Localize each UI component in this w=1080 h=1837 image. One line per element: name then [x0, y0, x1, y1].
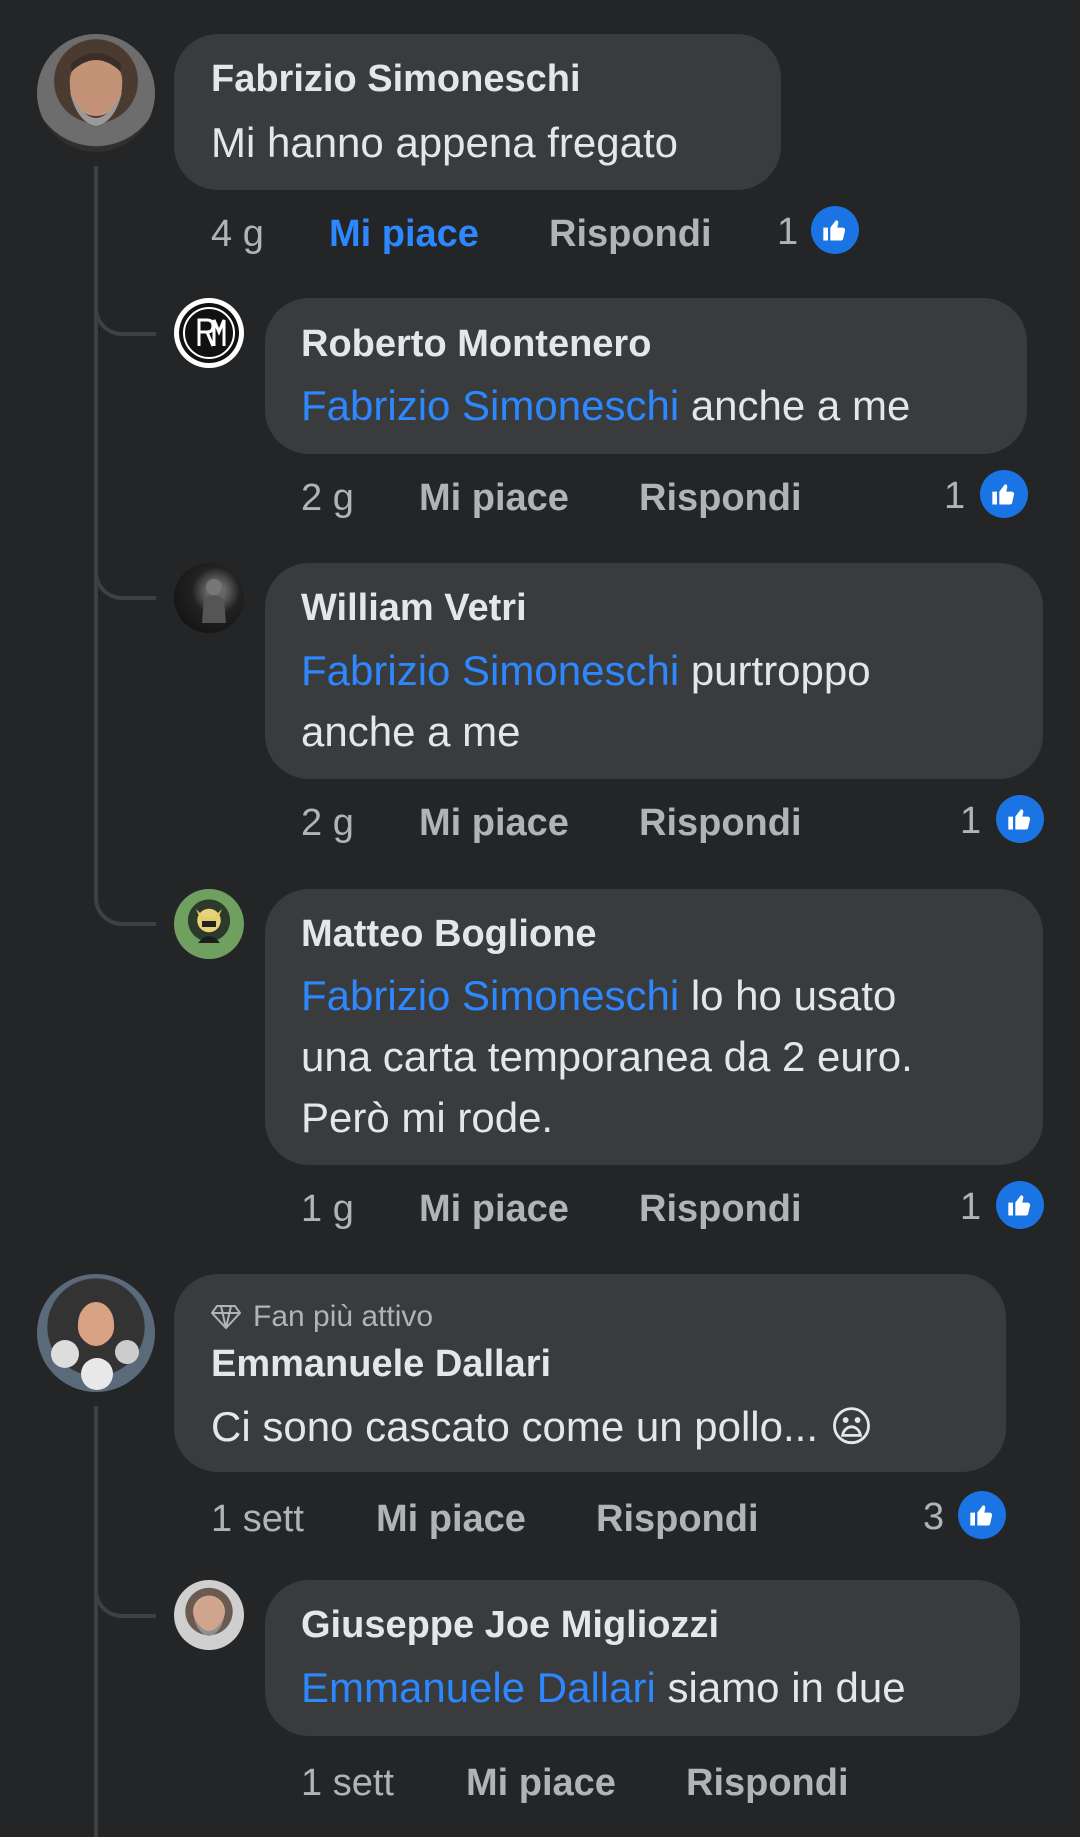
thumbs-up-icon[interactable]	[996, 1181, 1044, 1229]
thread-branch	[94, 890, 156, 926]
thread-line	[94, 166, 98, 892]
comment-time[interactable]: 1 sett	[211, 1498, 304, 1541]
avatar[interactable]	[174, 563, 244, 633]
comment-text: Fabrizio Simoneschi anche a me	[301, 375, 910, 436]
top-fan-badge: Fan più attivo	[211, 1300, 433, 1334]
comment-time[interactable]: 2 g	[301, 477, 354, 520]
reply-button[interactable]: Rispondi	[639, 477, 802, 520]
thread-line	[94, 1406, 98, 1837]
mention-link[interactable]: Emmanuele Dallari	[301, 1664, 656, 1711]
avatar[interactable]	[174, 298, 244, 368]
comment-author[interactable]: Giuseppe Joe Migliozzi	[301, 1604, 719, 1647]
reply-button[interactable]: Rispondi	[686, 1762, 849, 1805]
avatar-silhouette-icon	[202, 579, 226, 623]
comment-author[interactable]: Roberto Montenero	[301, 323, 651, 366]
reaction-count[interactable]: 1	[960, 800, 981, 843]
comment-text: Mi hanno appena fregato	[211, 119, 679, 166]
reaction-count[interactable]: 1	[960, 1186, 981, 1229]
comment-text-line: Però mi rode.	[301, 1094, 554, 1141]
avatar-drummer-icon	[51, 1302, 139, 1390]
mention-link[interactable]: Fabrizio Simoneschi	[301, 382, 679, 429]
comment-text-line: una carta temporanea da 2 euro.	[301, 1033, 913, 1080]
comment-text-line: purtroppo	[690, 647, 871, 694]
thumbs-up-icon[interactable]	[996, 795, 1044, 843]
reaction-count[interactable]: 1	[777, 211, 798, 254]
like-button[interactable]: Mi piace	[419, 477, 569, 520]
like-button[interactable]: Mi piace	[419, 802, 569, 845]
thumbs-up-icon[interactable]	[811, 206, 859, 254]
thumbs-up-icon[interactable]	[958, 1491, 1006, 1539]
avatar[interactable]	[37, 1274, 155, 1392]
comment-text-body: Ci sono cascato come un pollo...	[211, 1403, 818, 1450]
thread-branch	[94, 300, 156, 336]
mention-link[interactable]: Fabrizio Simoneschi	[301, 972, 679, 1019]
reply-button[interactable]: Rispondi	[639, 802, 802, 845]
sad-face-emoji: 😦	[829, 1403, 874, 1450]
avatar[interactable]	[174, 889, 244, 959]
comment-text: Fabrizio Simoneschi purtroppo anche a me	[301, 640, 1021, 762]
comment-author[interactable]: Matteo Boglione	[301, 913, 597, 956]
comment-text-body: siamo in due	[667, 1664, 906, 1711]
diamond-icon	[211, 1305, 241, 1330]
logo-icon	[179, 303, 239, 363]
reply-button[interactable]: Rispondi	[549, 213, 712, 256]
like-button[interactable]: Mi piace	[376, 1498, 526, 1541]
reply-button[interactable]: Rispondi	[639, 1188, 802, 1231]
comment-text-line: anche a me	[301, 708, 521, 755]
comment-time[interactable]: 4 g	[211, 213, 264, 256]
like-button[interactable]: Mi piace	[466, 1762, 616, 1805]
thread-branch	[94, 564, 156, 600]
like-button[interactable]: Mi piace	[329, 213, 479, 256]
comment-author[interactable]: Emmanuele Dallari	[211, 1343, 551, 1386]
comment-author[interactable]: Fabrizio Simoneschi	[211, 58, 581, 101]
comment-text: Ci sono cascato come un pollo... 😦	[211, 1396, 873, 1457]
comment-text-line: lo ho usato	[690, 972, 897, 1019]
comment-text: Fabrizio Simoneschi lo ho usato una cart…	[301, 965, 1031, 1148]
like-button[interactable]: Mi piace	[419, 1188, 569, 1231]
reply-button[interactable]: Rispondi	[596, 1498, 759, 1541]
thread-branch	[94, 1582, 156, 1618]
avatar-face-icon	[194, 1596, 224, 1636]
avatar-character-icon	[196, 909, 222, 943]
comment-time[interactable]: 1 g	[301, 1188, 354, 1231]
reaction-count[interactable]: 3	[923, 1496, 944, 1539]
thumbs-up-icon[interactable]	[980, 470, 1028, 518]
mention-link[interactable]: Fabrizio Simoneschi	[301, 647, 679, 694]
reaction-count[interactable]: 1	[944, 475, 965, 518]
badge-label: Fan più attivo	[253, 1300, 434, 1333]
comment-text: Emmanuele Dallari siamo in due	[301, 1657, 906, 1718]
avatar-face-icon	[70, 53, 122, 126]
comment-time[interactable]: 1 sett	[301, 1762, 394, 1805]
avatar[interactable]	[174, 1580, 244, 1650]
comment-author[interactable]: William Vetri	[301, 587, 527, 630]
comment-text-body: anche a me	[690, 382, 911, 429]
avatar[interactable]	[37, 34, 155, 152]
comment-time[interactable]: 2 g	[301, 802, 354, 845]
